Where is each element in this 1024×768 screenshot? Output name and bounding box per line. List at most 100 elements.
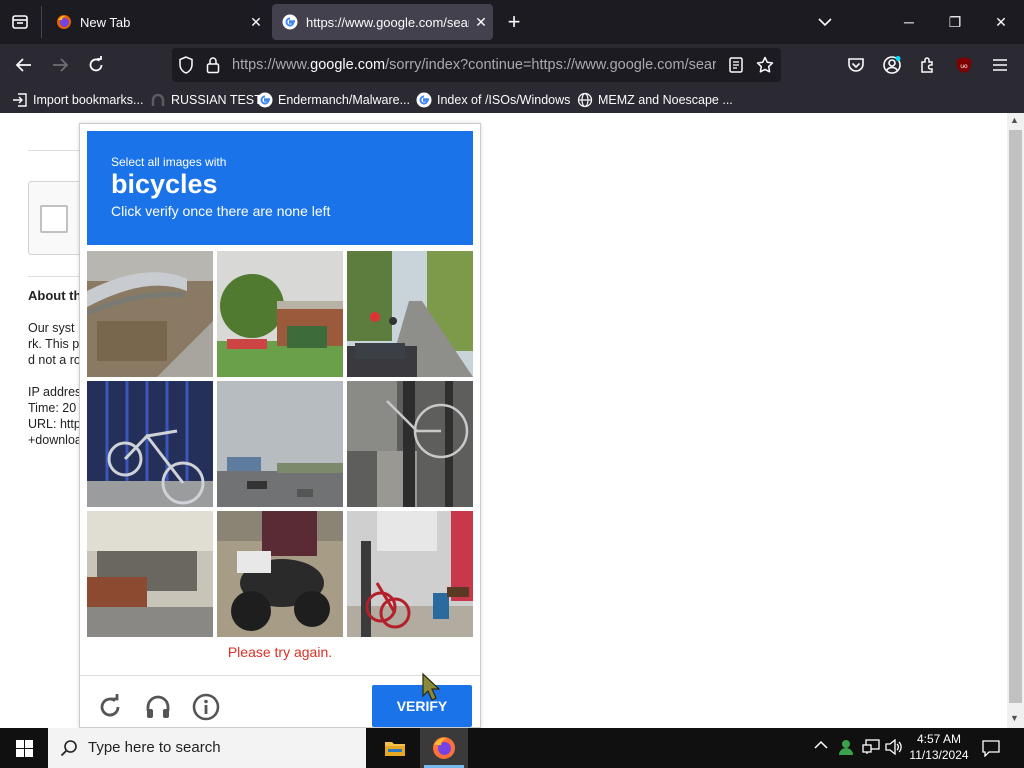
tab-title: https://www.google.com/search?q=	[306, 14, 469, 30]
scroll-down-arrow-icon[interactable]: ▼	[1010, 713, 1019, 723]
bookmark-isos[interactable]: Index of /ISOs/Windows	[416, 90, 570, 110]
info-icon[interactable]	[192, 693, 220, 726]
image-tile-3[interactable]	[347, 251, 473, 377]
url-prefix: https://www.	[232, 57, 311, 73]
reload-challenge-icon[interactable]	[97, 694, 123, 725]
file-explorer-button[interactable]	[371, 728, 419, 768]
bookmark-star-icon[interactable]	[756, 56, 774, 79]
show-hidden-icons-icon[interactable]	[814, 739, 828, 753]
windows-logo-icon	[15, 739, 33, 757]
tracking-protection-shield-icon[interactable]	[178, 56, 194, 79]
taskbar: Type here to search 4:57 AM 11/13/2024	[0, 728, 1024, 768]
maximize-button[interactable]: ❐	[932, 0, 978, 44]
google-logo-icon	[257, 92, 273, 108]
taskbar-search-box[interactable]: Type here to search	[48, 728, 366, 768]
firefox-view-icon[interactable]	[4, 6, 36, 38]
url-bar[interactable]: https://www.google.com/sorry/index?conti…	[172, 48, 781, 82]
minimize-button[interactable]: ─	[886, 0, 932, 44]
firefox-logo-icon	[433, 737, 455, 759]
svg-text:uo: uo	[960, 63, 968, 70]
firefox-taskbar-button[interactable]	[420, 728, 468, 768]
close-window-button[interactable]: ✕	[978, 0, 1024, 44]
bookmark-label: Endermanch/Malware...	[278, 93, 411, 107]
image-tile-1[interactable]	[87, 251, 213, 377]
challenge-header: Select all images with bicycles Click ve…	[87, 131, 473, 245]
network-icon[interactable]	[862, 739, 880, 758]
start-button[interactable]	[0, 728, 48, 768]
folder-icon	[385, 742, 405, 756]
about-line: +downloa	[28, 433, 82, 447]
import-icon	[13, 93, 27, 107]
navigation-toolbar: https://www.google.com/sorry/index?conti…	[0, 44, 1024, 86]
reader-view-icon[interactable]	[729, 57, 743, 78]
site-favicon-icon	[151, 93, 165, 106]
extensions-icon[interactable]	[912, 49, 944, 81]
challenge-object: bicycles	[111, 169, 218, 199]
search-placeholder: Type here to search	[88, 739, 221, 756]
clock-date: 11/13/2024	[909, 748, 969, 762]
menu-hamburger-icon[interactable]	[984, 49, 1016, 81]
about-line: URL: http	[28, 417, 81, 431]
firefox-logo-icon	[57, 15, 71, 29]
lock-icon[interactable]	[206, 56, 220, 79]
bookmark-label: MEMZ and Noescape ...	[598, 93, 733, 107]
google-logo-icon	[416, 92, 432, 108]
error-message: Please try again.	[227, 644, 333, 660]
pocket-icon[interactable]	[840, 49, 872, 81]
bookmark-label: RUSSIAN TEST	[171, 93, 262, 107]
search-icon	[60, 740, 77, 757]
back-button[interactable]	[8, 49, 40, 81]
notifications-icon[interactable]	[982, 739, 1000, 760]
clock-time: 4:57 AM	[916, 732, 962, 746]
url-path: /sorry/index?continue=https://www.google…	[385, 57, 716, 73]
bookmark-russian-test[interactable]: RUSSIAN TEST	[150, 90, 262, 110]
bookmark-endermanch[interactable]: Endermanch/Malware...	[257, 90, 410, 110]
about-line: Our syst	[28, 321, 75, 335]
list-all-tabs-icon[interactable]	[802, 0, 848, 44]
about-line: IP addres	[28, 385, 82, 399]
tab-bar: New Tab ✕ https://www.google.com/search?…	[0, 0, 1024, 44]
forward-button[interactable]	[44, 49, 76, 81]
bookmark-label: Index of /ISOs/Windows	[437, 93, 571, 107]
volume-icon[interactable]	[885, 738, 903, 758]
globe-icon	[577, 92, 593, 108]
clock[interactable]: 4:57 AM 11/13/2024	[908, 731, 970, 763]
image-tile-2[interactable]	[217, 251, 343, 377]
cursor-icon	[420, 672, 444, 707]
image-tile-6[interactable]	[347, 381, 473, 507]
bookmark-label: Import bookmarks...	[33, 93, 144, 107]
image-tile-4[interactable]	[87, 381, 213, 507]
tab-title: New Tab	[80, 14, 131, 30]
not-a-robot-checkbox[interactable]	[40, 205, 68, 233]
image-tile-7[interactable]	[87, 511, 213, 637]
ublock-origin-icon[interactable]: uo	[948, 49, 980, 81]
audio-challenge-icon[interactable]	[144, 693, 172, 726]
about-line: d not a ro	[28, 353, 81, 367]
challenge-subtext: Click verify once there are none left	[111, 203, 331, 219]
user-tray-icon[interactable]	[837, 738, 855, 759]
about-line: rk. This p	[28, 337, 80, 351]
image-tile-5[interactable]	[217, 381, 343, 507]
about-heading: About th	[28, 288, 82, 303]
new-tab-button[interactable]: +	[498, 6, 530, 38]
tab-close-icon[interactable]: ✕	[469, 14, 493, 31]
bookmark-import[interactable]: Import bookmarks...	[12, 90, 143, 110]
about-text: Our syst rk. This p d not a ro IP addres…	[28, 320, 82, 448]
challenge-instruction: Select all images with	[111, 155, 227, 169]
url-text[interactable]: https://www.google.com/sorry/index?conti…	[232, 48, 716, 82]
url-host: google.com	[310, 57, 386, 73]
reload-button[interactable]	[80, 49, 112, 81]
google-logo-icon	[282, 14, 298, 30]
tab-new-tab[interactable]: New Tab ✕	[46, 4, 268, 40]
bookmarks-toolbar: Import bookmarks... RUSSIAN TEST Enderma…	[0, 86, 1024, 113]
scroll-up-arrow-icon[interactable]: ▲	[1010, 115, 1019, 125]
scrollbar-thumb[interactable]	[1009, 130, 1022, 703]
image-tile-9[interactable]	[347, 511, 473, 637]
tab-close-icon[interactable]: ✕	[244, 14, 268, 31]
about-line: Time: 20	[28, 401, 77, 415]
account-icon[interactable]	[876, 49, 908, 81]
tab-google-sorry[interactable]: https://www.google.com/search?q= ✕	[272, 4, 493, 40]
about-line	[28, 368, 82, 384]
image-tile-8[interactable]	[217, 511, 343, 637]
bookmark-memz[interactable]: MEMZ and Noescape ...	[577, 90, 733, 110]
